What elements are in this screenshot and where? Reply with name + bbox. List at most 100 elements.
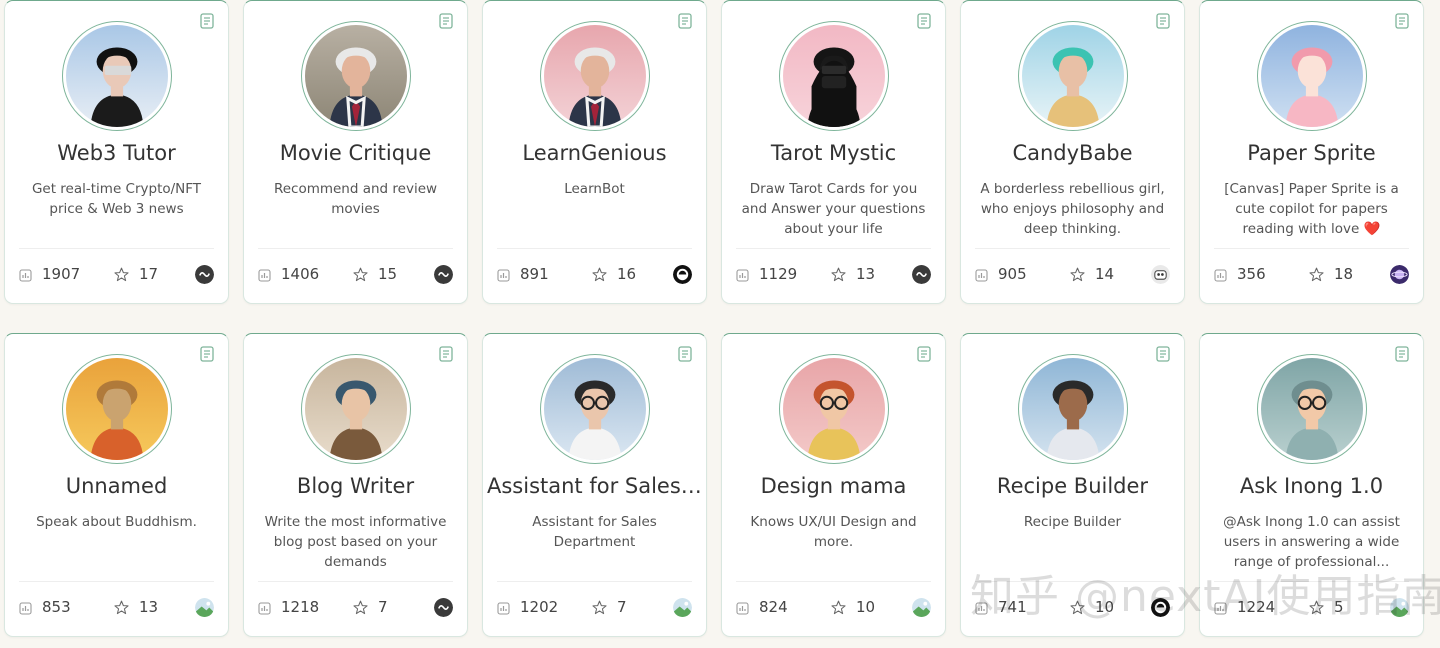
usage-count-value: 1129 xyxy=(759,265,798,283)
bot-description: Recommend and review movies xyxy=(273,181,438,217)
card-divider xyxy=(19,581,214,582)
usage-count-value: 853 xyxy=(42,598,71,616)
usage-count: 1406 xyxy=(258,265,319,283)
candybabe-avatar xyxy=(1021,25,1124,127)
bot-card[interactable]: Blog Writer Write the most informative b… xyxy=(243,333,468,637)
document-icon[interactable] xyxy=(1156,13,1170,29)
star-count-value: 13 xyxy=(856,265,876,283)
usage-icon xyxy=(1214,268,1227,282)
usage-icon xyxy=(19,601,32,615)
card-divider xyxy=(975,248,1170,249)
usage-count-value: 1406 xyxy=(281,265,320,283)
bot-title: Web3 Tutor xyxy=(57,141,176,165)
bot-title: Unnamed xyxy=(65,474,168,498)
bot-card[interactable]: Web3 Tutor Get real-time Crypto/NFT pric… xyxy=(4,0,229,304)
document-icon[interactable] xyxy=(439,346,453,362)
star-count-value: 15 xyxy=(378,265,398,283)
watermark: 知乎 @nextAI使用指南 xyxy=(970,571,1440,622)
star-count[interactable]: 7 xyxy=(592,598,627,616)
bot-avatar xyxy=(61,21,172,131)
bot-description: LearnBot xyxy=(564,181,625,197)
bot-avatar xyxy=(300,354,411,464)
document-icon[interactable] xyxy=(439,13,453,29)
usage-count: 356 xyxy=(1214,265,1266,283)
usage-icon xyxy=(736,268,749,282)
usage-count-value: 356 xyxy=(1237,265,1266,283)
star-icon[interactable] xyxy=(114,600,129,615)
bot-avatar xyxy=(539,21,650,131)
star-icon[interactable] xyxy=(592,267,607,282)
bot-avatar xyxy=(539,354,650,464)
movie-critique-avatar xyxy=(304,25,407,127)
document-icon[interactable] xyxy=(200,13,214,29)
star-count[interactable]: 17 xyxy=(114,265,158,283)
bot-card[interactable]: LearnGenious LearnBot 891 16 xyxy=(482,0,707,304)
star-count[interactable]: 7 xyxy=(353,598,388,616)
card-divider xyxy=(258,248,453,249)
bot-avatar xyxy=(1256,354,1367,464)
bot-avatar xyxy=(778,354,889,464)
star-count[interactable]: 15 xyxy=(353,265,397,283)
bot-avatar xyxy=(300,21,411,131)
card-divider xyxy=(497,581,692,582)
bot-stats: 1218 7 xyxy=(258,596,453,620)
document-icon[interactable] xyxy=(678,13,692,29)
document-icon[interactable] xyxy=(1395,13,1409,29)
bot-description: Draw Tarot Cards for you and Answer your… xyxy=(741,181,926,237)
bot-card[interactable]: Movie Critique Recommend and review movi… xyxy=(243,0,468,304)
web3-tutor-avatar xyxy=(65,25,168,127)
gpt-dark-icon xyxy=(434,598,453,617)
star-icon[interactable] xyxy=(114,267,129,282)
bot-card[interactable]: Unnamed Speak about Buddhism. 853 13 xyxy=(4,333,229,637)
bot-card[interactable]: Tarot Mystic Draw Tarot Cards for you an… xyxy=(721,0,946,304)
bot-title: Paper Sprite xyxy=(1247,141,1376,165)
usage-count: 1202 xyxy=(497,598,558,616)
usage-icon xyxy=(975,268,988,282)
card-divider xyxy=(497,248,692,249)
star-icon[interactable] xyxy=(353,600,368,615)
bot-stats: 1406 15 xyxy=(258,263,453,287)
bot-card[interactable]: Design mama Knows UX/UI Design and more.… xyxy=(721,333,946,637)
bot-description: Write the most informative blog post bas… xyxy=(264,514,447,570)
bot-description: Speak about Buddhism. xyxy=(36,514,197,530)
star-icon[interactable] xyxy=(353,267,368,282)
star-icon[interactable] xyxy=(1070,267,1085,282)
bot-description: Knows UX/UI Design and more. xyxy=(750,514,917,550)
bot-title: CandyBabe xyxy=(1012,141,1133,165)
star-count[interactable]: 10 xyxy=(831,598,875,616)
card-divider xyxy=(19,248,214,249)
bot-title: Recipe Builder xyxy=(996,474,1149,498)
unnamed-buddha-avatar xyxy=(65,358,168,460)
document-icon[interactable] xyxy=(917,13,931,29)
usage-count: 1218 xyxy=(258,598,319,616)
usage-count-value: 824 xyxy=(759,598,788,616)
bot-card[interactable]: CandyBabe A borderless rebellious girl, … xyxy=(960,0,1185,304)
bot-title: Movie Critique xyxy=(279,141,432,165)
bot-title: Ask Inong 1.0 xyxy=(1239,474,1384,498)
document-icon[interactable] xyxy=(917,346,931,362)
star-count[interactable]: 13 xyxy=(831,265,875,283)
star-count[interactable]: 16 xyxy=(592,265,636,283)
document-icon[interactable] xyxy=(200,346,214,362)
star-icon[interactable] xyxy=(1309,267,1324,282)
star-count[interactable]: 14 xyxy=(1070,265,1114,283)
star-icon[interactable] xyxy=(592,600,607,615)
document-icon[interactable] xyxy=(678,346,692,362)
bot-card[interactable]: Assistant for Sales D... Assistant for S… xyxy=(482,333,707,637)
usage-count: 1129 xyxy=(736,265,797,283)
bot-card[interactable]: Paper Sprite [Canvas] Paper Sprite is a … xyxy=(1199,0,1424,304)
star-icon[interactable] xyxy=(831,267,846,282)
bot-title: Design mama xyxy=(760,474,907,498)
usage-icon xyxy=(19,268,32,282)
star-count-value: 17 xyxy=(139,265,159,283)
usage-count-value: 1202 xyxy=(520,598,559,616)
usage-icon xyxy=(736,601,749,615)
document-icon[interactable] xyxy=(1395,346,1409,362)
bot-description: [Canvas] Paper Sprite is a cute copilot … xyxy=(1224,181,1399,237)
document-icon[interactable] xyxy=(1156,346,1170,362)
gpt-dark-icon xyxy=(434,265,453,284)
star-count[interactable]: 18 xyxy=(1309,265,1353,283)
star-count[interactable]: 13 xyxy=(114,598,158,616)
bot-stats: 824 10 xyxy=(736,596,931,620)
star-icon[interactable] xyxy=(831,600,846,615)
